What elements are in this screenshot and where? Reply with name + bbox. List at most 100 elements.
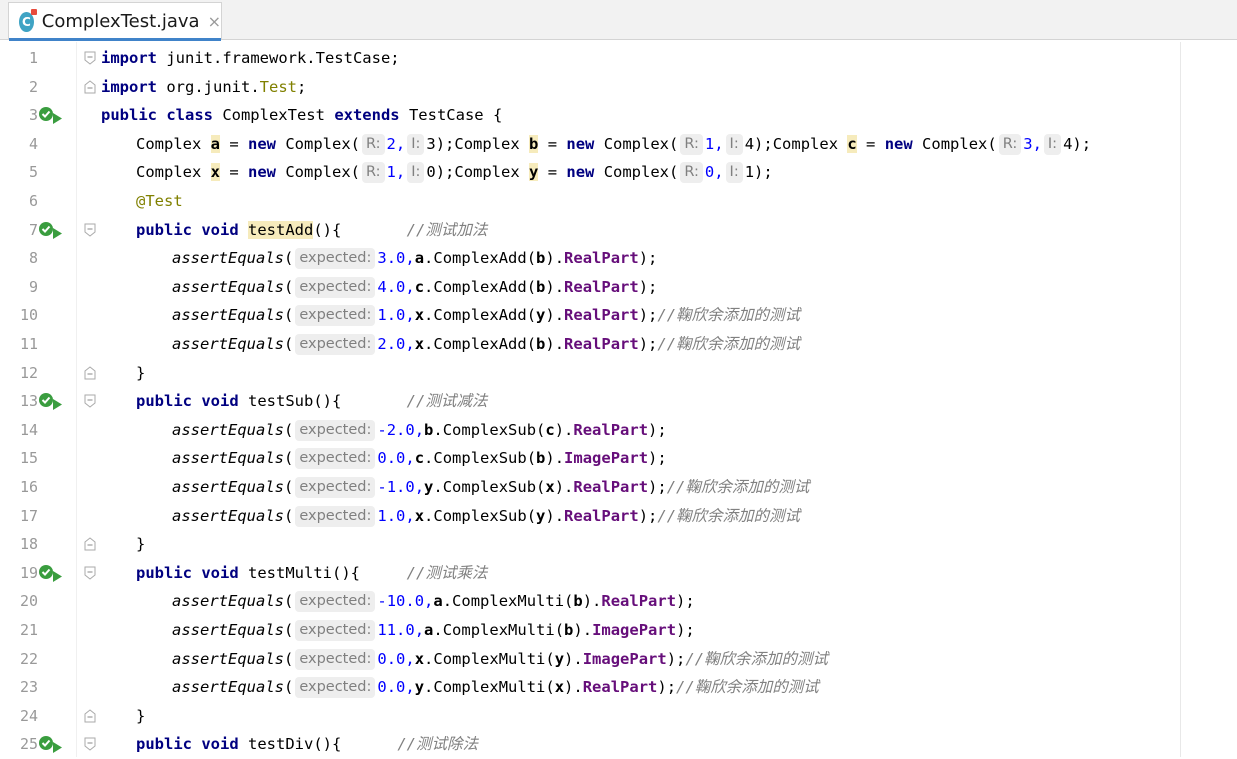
code-text: assertEquals(expected: 4.0,c.ComplexAdd(b… <box>172 276 658 298</box>
line-number: 21 <box>19 621 38 639</box>
run-test-method-icon[interactable] <box>38 391 64 411</box>
code-text: assertEquals(expected: 3.0,a.ComplexAdd(b… <box>172 248 658 270</box>
parameter-hint: R: <box>362 133 385 155</box>
code-text: assertEquals(expected: 1.0,x.ComplexSub(y… <box>172 505 801 527</box>
code-line: 13 public void testSub(){ //测试减法 <box>0 387 1237 416</box>
parameter-hint: expected: <box>295 334 376 355</box>
code-line: 6 @Test <box>0 187 1237 216</box>
fold-start-icon[interactable] <box>83 394 97 408</box>
line-number: 6 <box>28 192 38 210</box>
code-line: 20 assertEquals(expected: -10.0,a.Complex… <box>0 587 1237 616</box>
run-test-method-icon[interactable] <box>38 563 64 583</box>
tab-title: ComplexTest.java <box>41 11 200 32</box>
code-line: 1 import junit.framework.TestCase; <box>0 44 1237 73</box>
line-number: 11 <box>19 335 38 353</box>
code-text: assertEquals(expected: 0.0,y.ComplexMulti… <box>172 677 819 699</box>
line-number: 25 <box>19 735 38 754</box>
code-line: 5 Complex x = new Complex(R: 1, I: 0);Compl… <box>0 158 1237 187</box>
run-test-class-icon[interactable] <box>38 105 64 125</box>
code-line: 24 } <box>0 702 1237 731</box>
line-number: 18 <box>19 535 38 554</box>
line-number: 22 <box>19 649 38 668</box>
line-number: 5 <box>28 163 38 182</box>
code-line: 12 } <box>0 359 1237 388</box>
code-line: 19 public void testMulti(){ //测试乘法 <box>0 559 1237 588</box>
code-text: assertEquals(expected: -1.0,y.ComplexSub(… <box>172 477 810 498</box>
fold-start-icon[interactable] <box>83 566 97 580</box>
code-line: 8 assertEquals(expected: 3.0,a.ComplexAdd… <box>0 244 1237 273</box>
code-text: } <box>136 363 146 382</box>
active-tab-indicator <box>9 38 221 41</box>
code-text: } <box>136 535 146 554</box>
parameter-hint: expected: <box>295 648 376 670</box>
code-text: public class ComplexTest extends TestCas… <box>101 106 503 125</box>
code-line: 25 public void testDiv(){ //测试除法 <box>0 730 1237 759</box>
run-test-method-icon[interactable] <box>38 220 64 240</box>
line-number: 20 <box>19 592 38 611</box>
parameter-hint: expected: <box>295 505 376 527</box>
code-editor[interactable]: 1 import junit.framework.TestCase; 2 imp… <box>0 42 1237 757</box>
java-class-icon: C <box>19 8 37 32</box>
parameter-hint: R: <box>680 162 703 184</box>
fold-end-icon[interactable] <box>83 365 97 380</box>
parameter-hint: expected: <box>295 305 376 327</box>
fold-start-icon[interactable] <box>83 223 97 237</box>
parameter-hint: expected: <box>295 276 376 298</box>
parameter-hint: expected: <box>295 620 376 641</box>
code-line: 16 assertEquals(expected: -1.0,y.ComplexS… <box>0 473 1237 502</box>
line-number: 24 <box>19 706 38 725</box>
fold-start-icon[interactable] <box>83 51 97 65</box>
code-text: Complex x = new Complex(R: 1, I: 0);Complex… <box>136 162 773 184</box>
fold-end-icon[interactable] <box>83 79 97 94</box>
code-line: 15 assertEquals(expected: 0.0,c.ComplexSu… <box>0 444 1237 473</box>
line-number: 19 <box>19 563 38 582</box>
parameter-hint: expected: <box>295 677 376 699</box>
parameter-hint: R: <box>362 162 385 184</box>
code-text: } <box>136 706 146 725</box>
code-text: public void testMulti(){ //测试乘法 <box>136 563 488 582</box>
run-test-method-icon[interactable] <box>38 734 64 754</box>
code-text: assertEquals(expected: -2.0,b.ComplexSub(… <box>172 419 667 441</box>
line-number: 8 <box>28 249 38 268</box>
code-text: @Test <box>136 192 183 210</box>
parameter-hint: R: <box>998 133 1022 155</box>
parameter-hint: I: <box>725 162 743 184</box>
line-number: 9 <box>28 277 38 296</box>
code-line: 22 assertEquals(expected: 0.0,x.ComplexMu… <box>0 645 1237 674</box>
line-number: 2 <box>28 77 38 96</box>
code-line: 17 assertEquals(expected: 1.0,x.ComplexSu… <box>0 502 1237 531</box>
code-line: 7 public void testAdd(){ //测试加法 <box>0 216 1237 245</box>
parameter-hint: expected: <box>295 477 376 498</box>
code-line: 10 assertEquals(expected: 1.0,x.ComplexAd… <box>0 301 1237 330</box>
code-text: assertEquals(expected: 0.0,c.ComplexSub(b… <box>172 448 667 470</box>
tab-complextest-java[interactable]: C ComplexTest.java × <box>8 2 222 41</box>
code-text: public void testSub(){ //测试减法 <box>136 392 488 411</box>
fold-end-icon[interactable] <box>83 709 97 723</box>
fold-start-icon[interactable] <box>83 737 97 752</box>
code-text: assertEquals(expected: 2.0,x.ComplexAdd(b… <box>172 334 801 355</box>
code-text: public void testDiv(){ //测试除法 <box>136 735 478 754</box>
code-text: import org.junit.Test; <box>101 77 307 96</box>
editor-tab-bar: C ComplexTest.java × <box>0 0 1237 41</box>
line-number: 17 <box>19 506 38 525</box>
code-text: import junit.framework.TestCase; <box>101 49 400 67</box>
close-tab-icon[interactable]: × <box>208 12 221 31</box>
line-number: 10 <box>19 306 38 325</box>
code-text: assertEquals(expected: -10.0,a.ComplexMul… <box>172 591 695 613</box>
code-line: 9 assertEquals(expected: 4.0,c.ComplexAdd… <box>0 273 1237 302</box>
line-number: 15 <box>19 449 38 468</box>
parameter-hint: expected: <box>295 419 376 441</box>
line-number: 16 <box>19 478 38 496</box>
code-line: 4 Complex a = new Complex(R: 2, I: 3);Compl… <box>0 130 1237 159</box>
line-number: 4 <box>28 134 38 153</box>
code-line: 2 import org.junit.Test; <box>0 73 1237 102</box>
code-text: assertEquals(expected: 1.0,x.ComplexAdd(y… <box>172 305 801 327</box>
parameter-hint: I: <box>407 133 425 155</box>
line-number: 14 <box>19 420 38 439</box>
line-number: 3 <box>28 106 38 125</box>
line-number: 12 <box>19 363 38 382</box>
line-number: 23 <box>19 678 38 697</box>
fold-end-icon[interactable] <box>83 537 97 551</box>
line-number: 1 <box>28 49 38 67</box>
parameter-hint: R: <box>680 133 703 155</box>
